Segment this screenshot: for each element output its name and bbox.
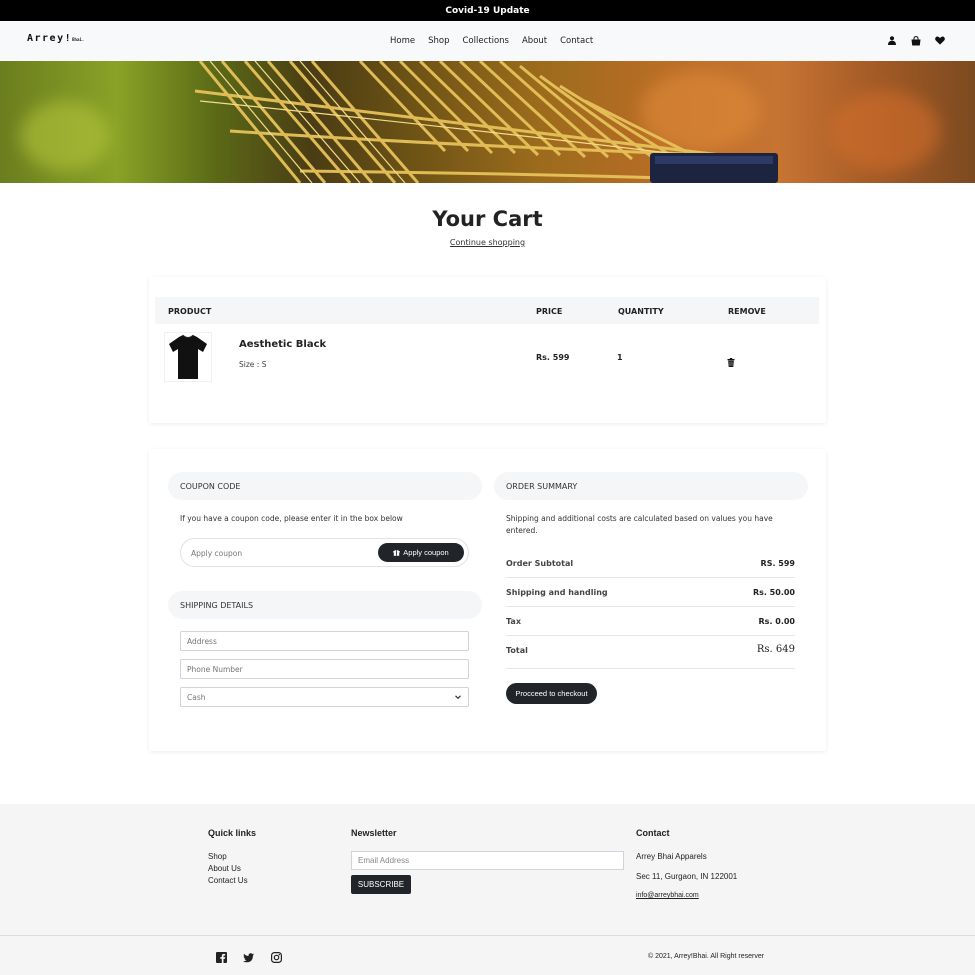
nav-link-contact[interactable]: Contact [560,36,593,46]
header-product: PRODUCT [168,307,212,316]
nav-link-home[interactable]: Home [390,36,415,46]
order-summary-heading-text: ORDER SUMMARY [506,481,578,491]
trash-icon[interactable] [727,352,735,367]
phone-input[interactable] [187,664,468,674]
footer-link-about-us[interactable]: About Us [208,864,241,873]
newsletter-email-input[interactable]: Email Address [351,851,624,870]
address-field[interactable] [180,631,469,651]
nav-link-shop[interactable]: Shop [428,36,449,46]
coupon-input[interactable] [191,546,371,560]
summary-row-shipping: Shipping and handling Rs. 50.00 [506,578,795,607]
tshirt-image [169,334,207,379]
shopping-bag-icon[interactable] [910,35,921,46]
payment-select[interactable]: Cash [180,687,469,707]
tax-label: Tax [506,617,521,626]
brand-suffix: Bhai. [72,37,85,42]
twitter-icon[interactable] [243,952,254,963]
contact-address: Sec 11, Gurgaon, IN 122001 [636,872,738,881]
newsletter-heading: Newsletter [351,828,397,838]
covid-banner-text[interactable]: Covid-19 Update [445,6,529,16]
proceed-to-checkout-button[interactable]: Procceed to checkout [506,683,597,704]
continue-shopping-link[interactable]: Continue shopping [450,238,525,247]
covid-banner[interactable]: Covid-19 Update [0,0,975,21]
subscribe-button[interactable]: SUBSCRIBE [351,875,411,894]
nav-icons [886,35,945,46]
apply-coupon-button[interactable]: Apply coupon [378,543,464,562]
subtotal-value: RS. 599 [760,559,795,568]
contact-heading: Contact [636,828,670,838]
chevron-down-icon [454,693,462,701]
quick-links-heading: Quick links [208,828,257,838]
nav-link-about[interactable]: About [522,36,547,46]
footer: Quick links Shop About Us Contact Us New… [0,804,975,975]
brand-name: Arrey! [27,33,73,44]
contact-company: Arrey Bhai Apparels [636,852,707,861]
shipping-heading: SHIPPING DETAILS [168,591,482,619]
continue-shopping-container: Continue shopping [0,238,975,247]
hero-banner-image [0,61,975,183]
navbar: Arrey!Bhai. Home Shop Collections About … [0,21,975,61]
summary-row-total: Total Rs. 649 [506,636,795,669]
instagram-icon[interactable] [271,952,282,963]
checkout-card: COUPON CODE If you have a coupon code, p… [149,449,826,751]
footer-link-contact-us[interactable]: Contact Us [208,876,248,885]
phone-field[interactable] [180,659,469,679]
header-price: PRICE [536,307,563,316]
coupon-description: If you have a coupon code, please enter … [180,514,403,523]
footer-link-shop[interactable]: Shop [208,852,227,861]
product-quantity[interactable]: 1 [617,353,623,362]
address-input[interactable] [187,636,468,646]
newsletter-email-placeholder: Email Address [358,856,410,865]
footer-divider [0,935,975,936]
page-title: Your Cart [432,207,543,231]
cart-table-header: PRODUCT PRICE QUANTITY REMOVE [155,297,819,324]
copyright-text: © 2021, Arrey!Bhai. All Right reserver [648,953,765,960]
product-name[interactable]: Aesthetic Black [239,339,326,350]
heart-icon[interactable] [934,35,945,46]
header-quantity: QUANTITY [618,307,664,316]
apply-coupon-label: Apply coupon [403,548,449,557]
order-summary-heading: ORDER SUMMARY [494,472,808,500]
coupon-heading-text: COUPON CODE [180,481,241,491]
product-price: Rs. 599 [536,353,570,362]
shipping-value: Rs. 50.00 [752,588,795,597]
total-label: Total [506,646,528,655]
summary-row-tax: Tax Rs. 0.00 [506,607,795,636]
contact-email-link[interactable]: info@arreybhai.com [636,892,699,899]
payment-selected-value: Cash [187,692,206,702]
summary-row-subtotal: Order Subtotal RS. 599 [506,549,795,578]
subtotal-label: Order Subtotal [506,559,574,568]
order-summary-description: Shipping and additional costs are calcul… [506,514,773,535]
shopping-cart-image [194,61,778,183]
shipping-heading-text: SHIPPING DETAILS [180,600,254,610]
facebook-icon[interactable] [216,952,227,963]
cart-table-card: PRODUCT PRICE QUANTITY REMOVE Aesthetic … [149,277,826,423]
total-value: Rs. 649 [756,644,795,655]
gift-icon [393,549,400,556]
coupon-heading: COUPON CODE [168,472,482,500]
coupon-input-group: Apply coupon [180,538,469,567]
product-image[interactable] [164,332,212,382]
header-remove: REMOVE [728,307,766,316]
tax-value: Rs. 0.00 [758,617,795,626]
user-icon[interactable] [886,35,897,46]
nav-link-collections[interactable]: Collections [463,36,509,46]
brand-logo[interactable]: Arrey!Bhai. [27,33,84,44]
nav-links: Home Shop Collections About Contact [390,21,606,61]
shipping-label: Shipping and handling [506,588,608,597]
product-size: Size : S [239,360,267,369]
